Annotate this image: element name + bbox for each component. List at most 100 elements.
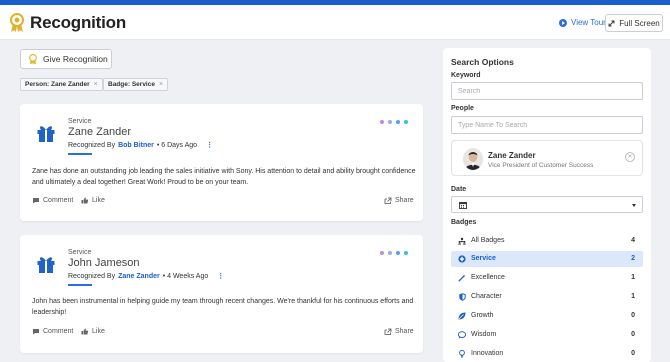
time-ago: • 6 Days Ago [156,141,198,149]
dot-1 [380,120,384,124]
comment-button[interactable]: Comment [32,197,73,204]
dot-2 [388,120,392,124]
recognition-message: John has been instrumental in helping gu… [32,298,414,316]
remove-person-icon[interactable]: ✕ [625,152,635,162]
recognized-by-line: Recognized By Zane Zander • 4 Weeks Ago … [68,272,224,281]
decorative-dots [380,120,408,124]
badge-filter-innovation[interactable]: Innovation 0 [451,346,643,362]
like-button[interactable]: Like [81,328,105,335]
comment-label: Comment [43,328,74,335]
gift-box-icon [37,257,55,273]
avatar [463,148,483,170]
badge-filter-label: Excellence [471,274,505,281]
full-screen-button[interactable]: Full Screen [605,14,663,32]
giver-link[interactable]: Zane Zander [118,273,160,280]
filter-chip-label: Badge: Service [108,81,155,88]
time-ago: • 4 Weeks Ago [162,272,209,280]
search-options-title: Search Options [451,57,514,67]
filter-chip-badge: Badge: Service × [103,78,169,91]
date-label: Date [451,186,467,193]
view-tour-label: View Tour [571,18,606,27]
badge-filter-character[interactable]: Character 1 [451,289,643,305]
giver-link[interactable]: Bob Bitner [118,142,154,149]
chat-bubble-icon [458,331,466,339]
dot-4 [404,251,408,255]
badge-filter-count: 1 [631,293,635,300]
recognized-by-prefix: Recognized By [68,141,116,149]
dot-1 [380,251,384,255]
more-options-icon[interactable]: ⋮ [217,272,224,280]
badge-filter-growth[interactable]: Growth 0 [451,308,643,324]
recognition-message: Zane has done an outstanding job leading… [32,168,416,186]
remove-filter-icon[interactable]: × [94,81,98,88]
person-name: Zane Zander [488,151,536,160]
keyword-search-input[interactable] [451,82,643,100]
selected-person-card: Zane Zander Vice President of Customer S… [451,140,643,176]
calendar-icon [459,202,467,209]
recipient-name: John Jameson [68,257,140,269]
leaf-icon [458,312,466,320]
dot-4 [404,120,408,124]
badge-filter-count: 0 [631,312,635,319]
share-button[interactable]: Share [384,328,414,335]
badge-filter-service[interactable]: Service 2 [451,251,643,267]
badges-label: Badges [451,219,477,226]
recognition-card: Service John Jameson Recognized By Zane … [20,235,423,353]
page-title: Recognition [30,13,127,32]
remove-filter-icon[interactable]: × [159,81,163,88]
give-recognition-label: Give Recognition [43,54,108,64]
badge-filter-label: Wisdom [471,331,497,338]
badge-filter-excellence[interactable]: Excellence 1 [451,270,643,286]
recipient-name: Zane Zander [68,126,131,138]
keyword-label: Keyword [451,72,481,79]
thumbs-up-icon [81,197,89,204]
date-select[interactable] [451,196,643,213]
expand-icon [608,20,615,26]
magic-wand-icon [458,274,466,282]
more-options-icon[interactable]: ⋮ [206,141,213,149]
like-button[interactable]: Like [81,197,105,204]
badge-filter-all[interactable]: All Badges 4 [451,233,643,249]
shield-icon [458,293,466,301]
share-button[interactable]: Share [384,197,414,204]
dot-2 [388,251,392,255]
full-screen-label: Full Screen [619,18,660,28]
title-underline [68,153,92,155]
badge-filter-label: Innovation [471,350,504,357]
badge-filter-count: 2 [631,255,635,262]
app-header: Recognition View Tour Full Screen [0,5,670,40]
comment-icon [33,198,39,204]
badge-category: Service [68,118,92,125]
badge-filter-label: Character [471,293,502,300]
service-hand-icon [458,255,466,263]
gift-box-icon [37,126,55,142]
people-search-input[interactable] [451,116,643,134]
view-tour-link[interactable]: View Tour [559,18,606,27]
play-circle-icon [559,18,567,27]
badge-category: Service [68,249,92,256]
dot-3 [396,251,400,255]
people-group-icon [458,237,466,245]
badge-filter-wisdom[interactable]: Wisdom 0 [451,327,643,343]
share-label: Share [395,328,414,335]
recognition-card: Service Zane Zander Recognized By Bob Bi… [20,104,423,221]
badge-filter-count: 0 [631,331,635,338]
badge-filter-label: All Badges [471,237,505,244]
like-label: Like [92,328,105,335]
thumbs-up-icon [81,328,89,335]
badge-filter-count: 1 [631,274,635,281]
recognized-by-line: Recognized By Bob Bitner • 6 Days Ago ⋮ [68,141,213,150]
comment-icon [33,329,39,335]
people-label: People [451,105,474,112]
comment-label: Comment [43,197,74,204]
search-options-panel: Search Options Keyword People Zane Zande… [443,48,651,362]
recognized-by-prefix: Recognized By [68,272,116,280]
dot-3 [396,120,400,124]
share-icon [384,197,392,204]
decorative-dots [380,251,408,255]
award-ribbon-icon [29,53,37,64]
give-recognition-button[interactable]: Give Recognition [20,49,112,69]
badge-filter-count: 0 [631,350,635,357]
like-label: Like [92,197,105,204]
comment-button[interactable]: Comment [32,328,73,335]
